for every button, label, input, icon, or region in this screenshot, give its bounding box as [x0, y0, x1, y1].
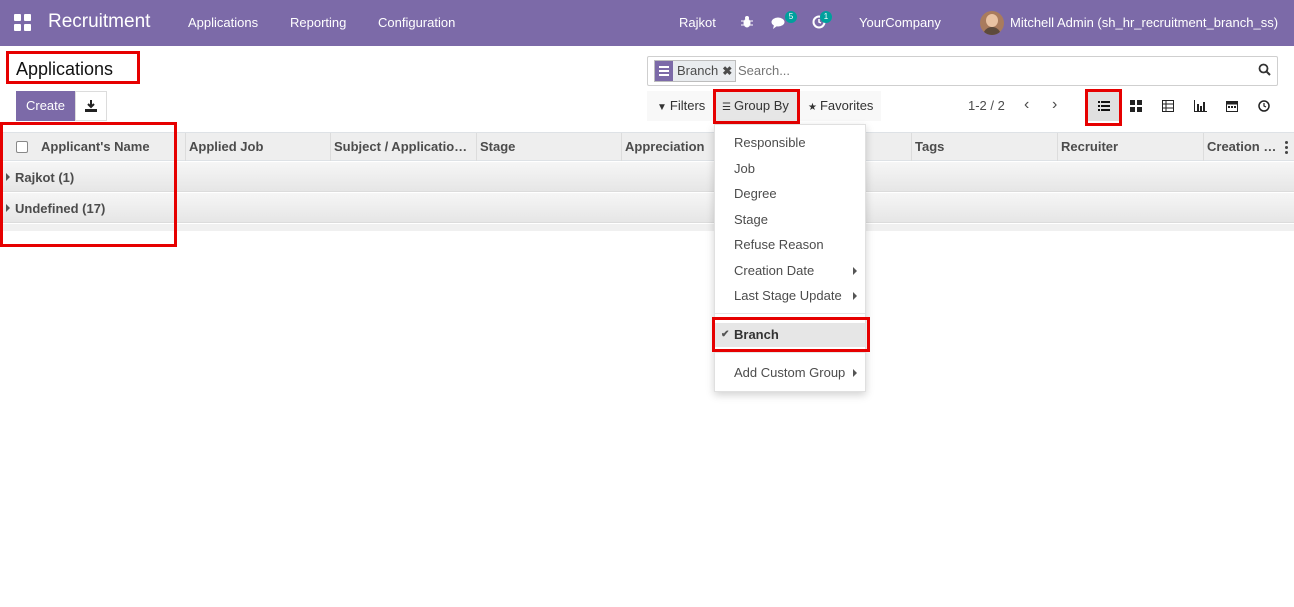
graph-view-button[interactable]: [1184, 91, 1216, 121]
calendar-view-button[interactable]: [1216, 91, 1248, 121]
filter-icon: ▼: [657, 102, 667, 113]
user-avatar[interactable]: [980, 11, 1004, 35]
pager-value[interactable]: 1-2 / 2: [968, 98, 1005, 113]
kanban-view-button[interactable]: [1120, 91, 1152, 121]
search-input[interactable]: [738, 63, 1158, 78]
top-navbar: Recruitment Applications Reporting Confi…: [0, 0, 1294, 46]
favorites-button[interactable]: ★ Favorites: [800, 91, 882, 121]
graph-icon: [1194, 100, 1207, 112]
group-row-undefined[interactable]: Undefined (17): [0, 193, 1294, 223]
submenu-caret-icon: [853, 267, 857, 275]
groupby-option-creation-date[interactable]: Creation Date: [715, 259, 865, 283]
option-label: Creation Date: [734, 263, 815, 278]
groupby-option-job[interactable]: Job: [715, 157, 865, 181]
user-menu[interactable]: Mitchell Admin (sh_hr_recruitment_branch…: [1010, 15, 1278, 30]
column-recruiter[interactable]: Recruiter: [1057, 133, 1203, 161]
groupby-option-refuse-reason[interactable]: Refuse Reason: [715, 233, 865, 257]
list-icon: [1098, 101, 1110, 111]
option-label: Branch: [734, 327, 779, 342]
kanban-icon: [1130, 100, 1142, 112]
groupby-option-stage[interactable]: Stage: [715, 208, 865, 232]
column-applicant-name[interactable]: Applicant's Name: [38, 133, 185, 161]
menu-applications[interactable]: Applications: [188, 15, 258, 30]
page-title: Applications: [16, 59, 114, 79]
list-view-button[interactable]: [1088, 91, 1120, 121]
debug-bug-icon[interactable]: [740, 15, 754, 29]
menu-reporting[interactable]: Reporting: [290, 15, 346, 30]
groupby-option-last-stage-update[interactable]: Last Stage Update: [715, 284, 865, 308]
checkmark-icon: ✔: [721, 329, 730, 340]
search-bar: Branch ✖: [647, 56, 1278, 86]
submenu-caret-icon: [853, 369, 857, 377]
column-subject[interactable]: Subject / Applicatio…: [330, 133, 476, 161]
favorites-label: Favorites: [819, 98, 874, 113]
app-name[interactable]: Recruitment: [48, 11, 150, 33]
create-button[interactable]: Create: [16, 91, 75, 121]
calendar-icon: [1226, 101, 1238, 112]
menu-configuration[interactable]: Configuration: [378, 15, 455, 30]
pager-previous-icon[interactable]: ‹: [1024, 96, 1029, 114]
select-all-checkbox[interactable]: [16, 141, 28, 153]
add-custom-group[interactable]: Add Custom Group: [715, 361, 865, 385]
apps-menu-icon[interactable]: [14, 14, 32, 32]
group-by-label: Group By: [733, 98, 789, 113]
group-by-lines-icon: ☰: [722, 102, 731, 113]
menu-divider: [715, 352, 865, 353]
activities-count-badge: 1: [820, 11, 832, 23]
group-row-rajkot[interactable]: Rajkot (1): [0, 162, 1294, 192]
activity-view-button[interactable]: [1248, 91, 1280, 121]
groupby-option-degree[interactable]: Degree: [715, 182, 865, 206]
filters-button[interactable]: ▼ Filters: [647, 91, 714, 121]
branch-switcher[interactable]: Rajkot: [679, 15, 716, 30]
group-expand-caret-icon: [6, 204, 10, 212]
view-switcher: [1088, 91, 1280, 121]
activity-icon: [1258, 100, 1270, 112]
download-icon: [85, 100, 97, 112]
column-creation-date[interactable]: Creation …: [1203, 133, 1283, 161]
messages-count-badge: 5: [785, 11, 797, 23]
group-by-facet-icon: [655, 61, 673, 81]
groupby-option-branch[interactable]: ✔ Branch: [715, 323, 865, 347]
group-by-button[interactable]: ☰ Group By: [716, 91, 797, 121]
submenu-caret-icon: [853, 292, 857, 300]
export-button[interactable]: [75, 91, 107, 121]
star-icon: ★: [808, 102, 817, 113]
list-header: Applicant's Name Applied Job Subject / A…: [0, 132, 1294, 161]
option-label: Last Stage Update: [734, 288, 842, 303]
company-switcher[interactable]: YourCompany: [859, 15, 941, 30]
pager-next-icon[interactable]: ›: [1052, 96, 1057, 114]
column-tags[interactable]: Tags: [911, 133, 1057, 161]
group-label: Rajkot (1): [15, 170, 75, 185]
group-by-dropdown: Responsible Job Degree Stage Refuse Reas…: [714, 124, 866, 392]
pivot-view-button[interactable]: [1152, 91, 1184, 121]
search-icon[interactable]: [1258, 63, 1271, 76]
facet-remove-icon[interactable]: ✖: [722, 61, 735, 81]
column-stage[interactable]: Stage: [476, 133, 621, 161]
groupby-option-responsible[interactable]: Responsible: [715, 131, 865, 155]
menu-divider: [715, 313, 865, 314]
optional-columns-kebab-icon[interactable]: [1285, 141, 1288, 154]
column-applied-job[interactable]: Applied Job: [185, 133, 330, 161]
pivot-icon: [1162, 100, 1174, 112]
facet-label: Branch: [677, 63, 719, 78]
list-footer-strip: [0, 224, 1294, 231]
filters-label: Filters: [669, 98, 706, 113]
group-label: Undefined (17): [15, 201, 106, 216]
option-label: Add Custom Group: [734, 365, 846, 380]
search-facet-branch: Branch ✖: [654, 60, 737, 82]
group-expand-caret-icon: [6, 173, 10, 181]
